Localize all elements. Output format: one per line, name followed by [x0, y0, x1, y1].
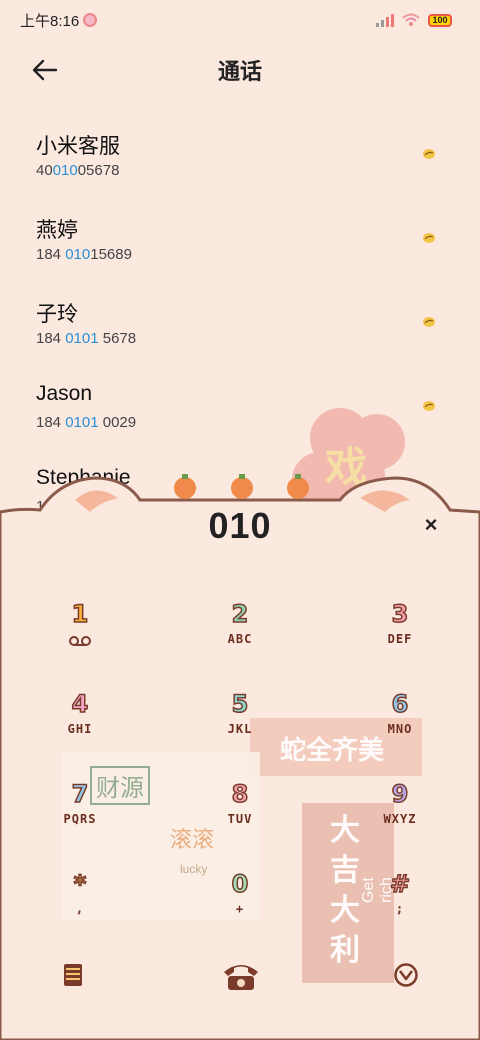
contact-name: 子玲 [36, 303, 78, 326]
key-letters: DEF [387, 632, 413, 646]
voicemail-icon [68, 634, 92, 652]
key-letters: MNO [387, 722, 413, 736]
lollipop-icon [83, 13, 98, 27]
key-letters: JKL [227, 722, 253, 736]
key-digit: 8 [231, 779, 249, 809]
key-7[interactable]: 7 PQRS [20, 778, 140, 856]
key-digit: 9 [391, 779, 409, 809]
key-1[interactable]: 1 [20, 598, 140, 676]
page-title: 通话 [217, 59, 262, 84]
key-9[interactable]: 9 WXYZ [340, 778, 460, 856]
key-digit: 4 [71, 689, 89, 719]
key-digit: 6 [391, 689, 409, 719]
call-info-icon[interactable] [422, 400, 436, 412]
contact-name: 小米客服 [36, 135, 120, 158]
key-letters: , [75, 902, 85, 916]
key-6[interactable]: 6 MNO [340, 688, 460, 766]
key-star[interactable]: *, [20, 868, 140, 946]
status-bar: 上午8:16 100 [0, 0, 480, 40]
contact-name: 燕婷 [36, 219, 78, 242]
list-item[interactable]: 小米客服 4001005678 [0, 120, 480, 204]
key-letters: ; [395, 902, 405, 916]
phone-call-icon[interactable] [222, 962, 260, 992]
key-hash[interactable]: #; [340, 868, 460, 946]
key-letters: WXYZ [383, 812, 417, 826]
key-letters: TUV [227, 812, 253, 826]
contact-name: Jason [36, 382, 93, 405]
call-info-icon[interactable] [422, 232, 436, 244]
key-digit: 7 [71, 779, 89, 809]
contact-number: 184 0101 5678 [36, 330, 137, 347]
key-letters: + [235, 902, 245, 916]
key-digit: 3 [391, 599, 409, 629]
battery-icon: 100 [428, 13, 452, 27]
key-digit: 1 [71, 599, 89, 629]
call-info-icon[interactable] [422, 148, 436, 160]
key-8[interactable]: 8 TUV [180, 778, 300, 856]
wifi-icon [402, 13, 420, 26]
key-digit: 0 [231, 869, 249, 899]
key-letters: PQRS [63, 812, 97, 826]
key-digit: * [73, 869, 87, 899]
key-digit: # [389, 869, 411, 899]
app-bar: 通话 [0, 48, 480, 92]
menu-icon[interactable] [64, 964, 82, 986]
signal-icon [376, 13, 394, 27]
list-item[interactable]: 子玲 184 0101 5678 [0, 288, 480, 372]
contact-number: 184 01015689 [36, 246, 132, 263]
key-5[interactable]: 5 JKL [180, 688, 300, 766]
key-0[interactable]: 0 + [180, 868, 300, 946]
key-digit: 5 [231, 689, 249, 719]
contact-number: 184 0101 0029 [36, 414, 137, 431]
contact-number: 4001005678 [36, 162, 120, 179]
key-digit: 2 [231, 599, 249, 629]
key-letters: GHI [67, 722, 93, 736]
key-4[interactable]: 4 GHI [20, 688, 140, 766]
list-item[interactable]: Jason 184 0101 0029 [0, 372, 480, 456]
dialed-number[interactable]: 010 [0, 505, 480, 547]
status-time: 上午8:16 [20, 12, 80, 30]
call-info-icon[interactable] [422, 316, 436, 328]
key-letters: ABC [227, 632, 253, 646]
list-item[interactable]: 燕婷 184 01015689 [0, 204, 480, 288]
back-arrow-icon[interactable] [30, 56, 60, 84]
battery-level: 100 [432, 15, 448, 25]
key-3[interactable]: 3 DEF [340, 598, 460, 676]
clear-icon[interactable]: × [420, 514, 442, 536]
key-2[interactable]: 2 ABC [180, 598, 300, 676]
dialpad-toggle-icon[interactable] [394, 963, 418, 987]
